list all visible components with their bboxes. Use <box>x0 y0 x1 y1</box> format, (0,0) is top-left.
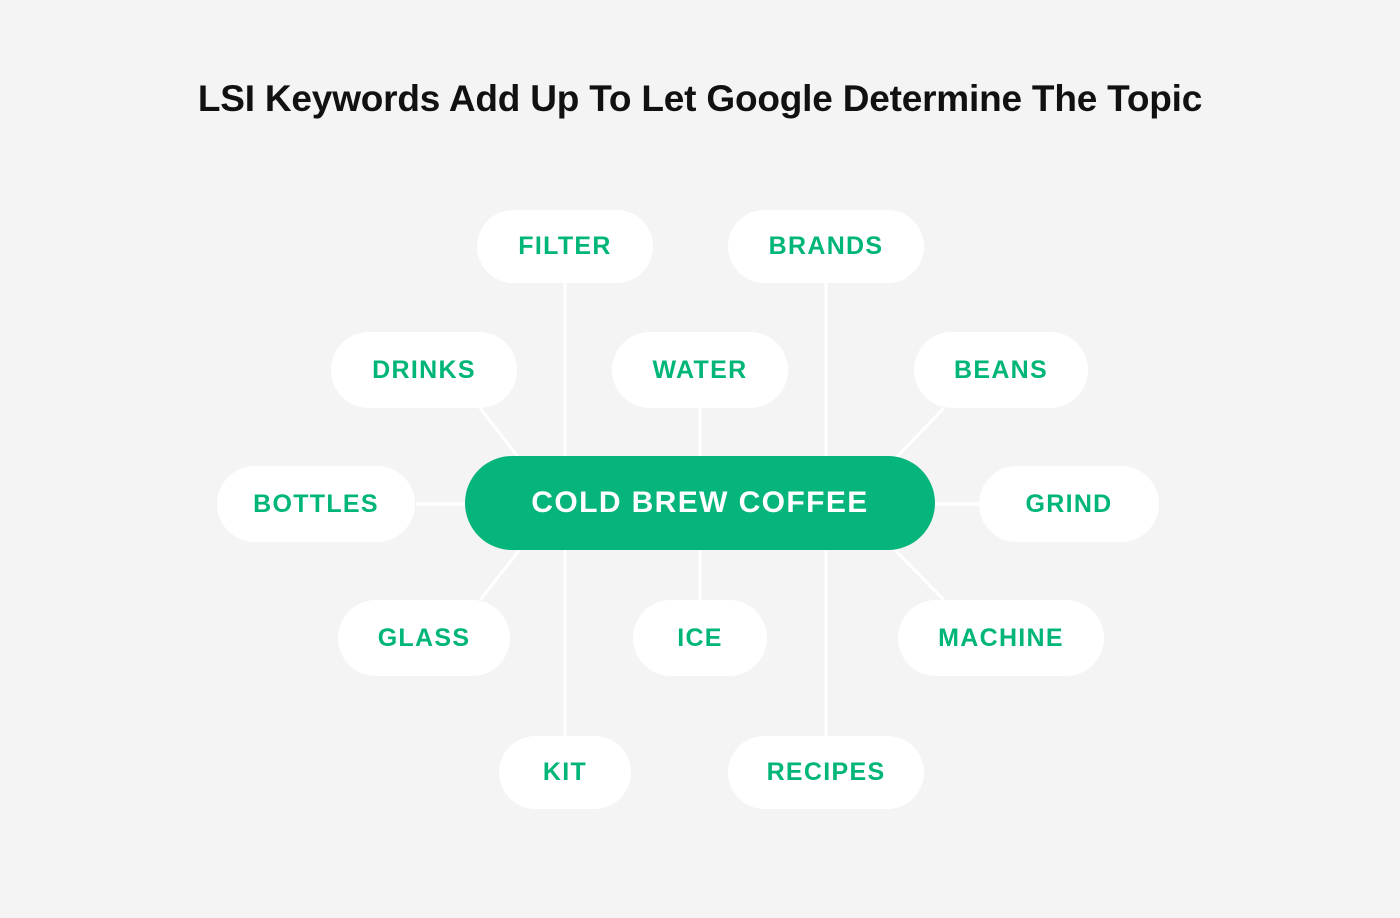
connector-glass <box>478 542 527 601</box>
node-kit[interactable]: KIT <box>499 735 631 809</box>
page-root: LSI Keywords Add Up To Let Google Determ… <box>0 0 1400 918</box>
connector-machine <box>886 541 946 602</box>
node-water[interactable]: WATER <box>612 332 788 408</box>
node-grind[interactable]: GRIND <box>979 466 1159 542</box>
node-label: DRINKS <box>372 355 476 384</box>
node-label: BRANDS <box>768 231 884 260</box>
node-center-cold-brew-coffee[interactable]: COLD BREW COFFEE <box>465 456 935 550</box>
mind-map-diagram: FILTER BRANDS DRINKS WATER BEANS BOTTLES… <box>0 0 1400 918</box>
node-machine[interactable]: MACHINE <box>898 600 1104 676</box>
node-recipes[interactable]: RECIPES <box>728 735 924 809</box>
node-label: ICE <box>677 623 723 652</box>
node-label: FILTER <box>518 231 612 260</box>
node-glass[interactable]: GLASS <box>338 600 510 676</box>
node-label: KIT <box>542 757 588 786</box>
node-brands[interactable]: BRANDS <box>728 209 924 283</box>
node-filter[interactable]: FILTER <box>477 209 653 283</box>
node-label: WATER <box>652 355 748 384</box>
node-label: BOTTLES <box>253 489 379 518</box>
node-label: GLASS <box>377 623 471 652</box>
node-ice[interactable]: ICE <box>633 600 767 676</box>
node-bottles[interactable]: BOTTLES <box>217 466 415 542</box>
node-beans[interactable]: BEANS <box>914 332 1088 408</box>
node-label: GRIND <box>1025 489 1113 518</box>
node-label: RECIPES <box>766 757 886 786</box>
center-node-label: COLD BREW COFFEE <box>531 486 869 519</box>
node-drinks[interactable]: DRINKS <box>331 332 517 408</box>
node-label: MACHINE <box>938 623 1064 652</box>
node-label: BEANS <box>953 355 1048 384</box>
